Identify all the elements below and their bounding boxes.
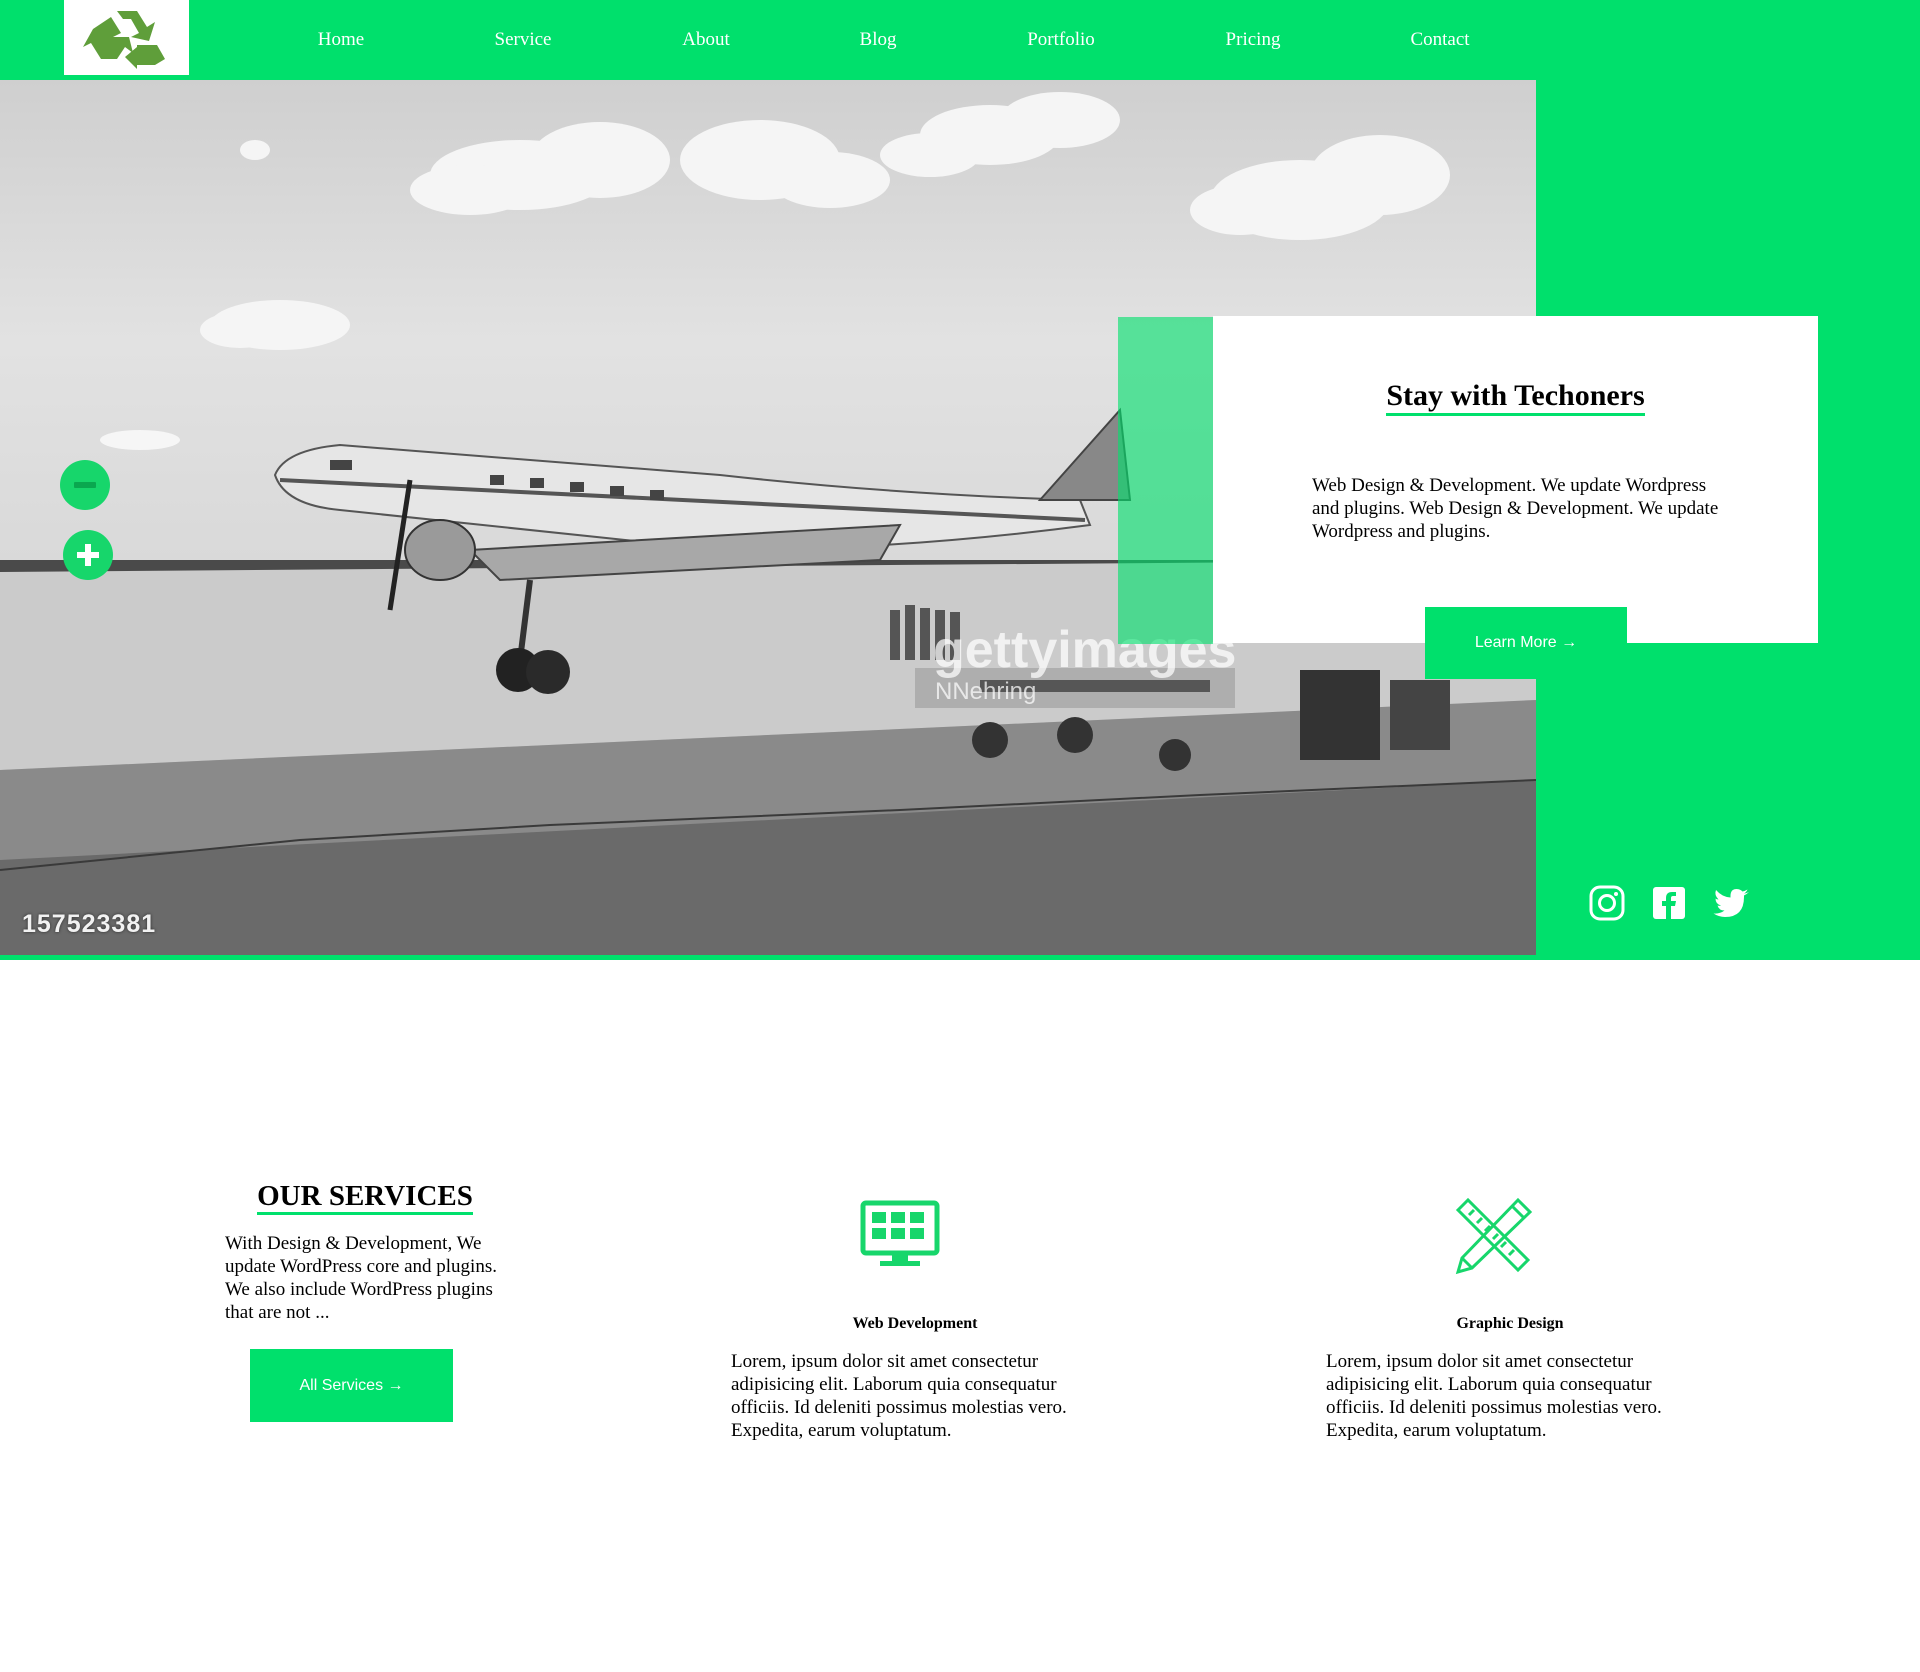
services-title: OUR SERVICES bbox=[257, 1180, 473, 1215]
zoom-in-button[interactable] bbox=[63, 530, 113, 580]
nav-about[interactable]: About bbox=[682, 29, 730, 51]
pencil-ruler-icon bbox=[1452, 1196, 1534, 1281]
minus-circle-icon bbox=[74, 482, 96, 488]
nav-pricing[interactable]: Pricing bbox=[1226, 29, 1281, 51]
plus-circle-icon bbox=[77, 544, 99, 566]
learn-more-button[interactable]: Learn More → bbox=[1425, 607, 1627, 679]
photo-id: 157523381 bbox=[22, 910, 157, 938]
all-services-button[interactable]: All Services → bbox=[250, 1349, 453, 1422]
service-text-web-development: Lorem, ipsum dolor sit amet consectetur … bbox=[731, 1351, 1067, 1441]
nav-blog[interactable]: Blog bbox=[860, 29, 897, 51]
card-accent-panel bbox=[1118, 317, 1213, 644]
watermark-credit: NNehring bbox=[935, 678, 1037, 705]
nav-contact[interactable]: Contact bbox=[1410, 29, 1469, 51]
services-description: With Design & Development, We update Wor… bbox=[225, 1233, 497, 1323]
service-text-graphic-design: Lorem, ipsum dolor sit amet consectetur … bbox=[1326, 1351, 1662, 1441]
twitter-icon[interactable] bbox=[1711, 883, 1751, 923]
zoom-out-button[interactable] bbox=[60, 460, 110, 510]
service-name-web-development: Web Development bbox=[852, 1315, 978, 1332]
facebook-icon[interactable] bbox=[1649, 883, 1689, 923]
nav-portfolio[interactable]: Portfolio bbox=[1027, 29, 1095, 51]
nav-service[interactable]: Service bbox=[495, 29, 552, 51]
main-nav: Home Service About Blog Portfolio Pricin… bbox=[0, 0, 1540, 80]
card-title: Stay with Techoners bbox=[1386, 379, 1645, 416]
nav-home[interactable]: Home bbox=[318, 29, 364, 51]
card-text: Web Design & Development. We update Word… bbox=[1312, 475, 1719, 542]
instagram-icon[interactable] bbox=[1587, 883, 1627, 923]
service-name-graphic-design: Graphic Design bbox=[1456, 1315, 1564, 1332]
monitor-grid-icon bbox=[860, 1200, 940, 1275]
hero-card: Stay with Techoners Web Design & Develop… bbox=[1213, 316, 1818, 643]
